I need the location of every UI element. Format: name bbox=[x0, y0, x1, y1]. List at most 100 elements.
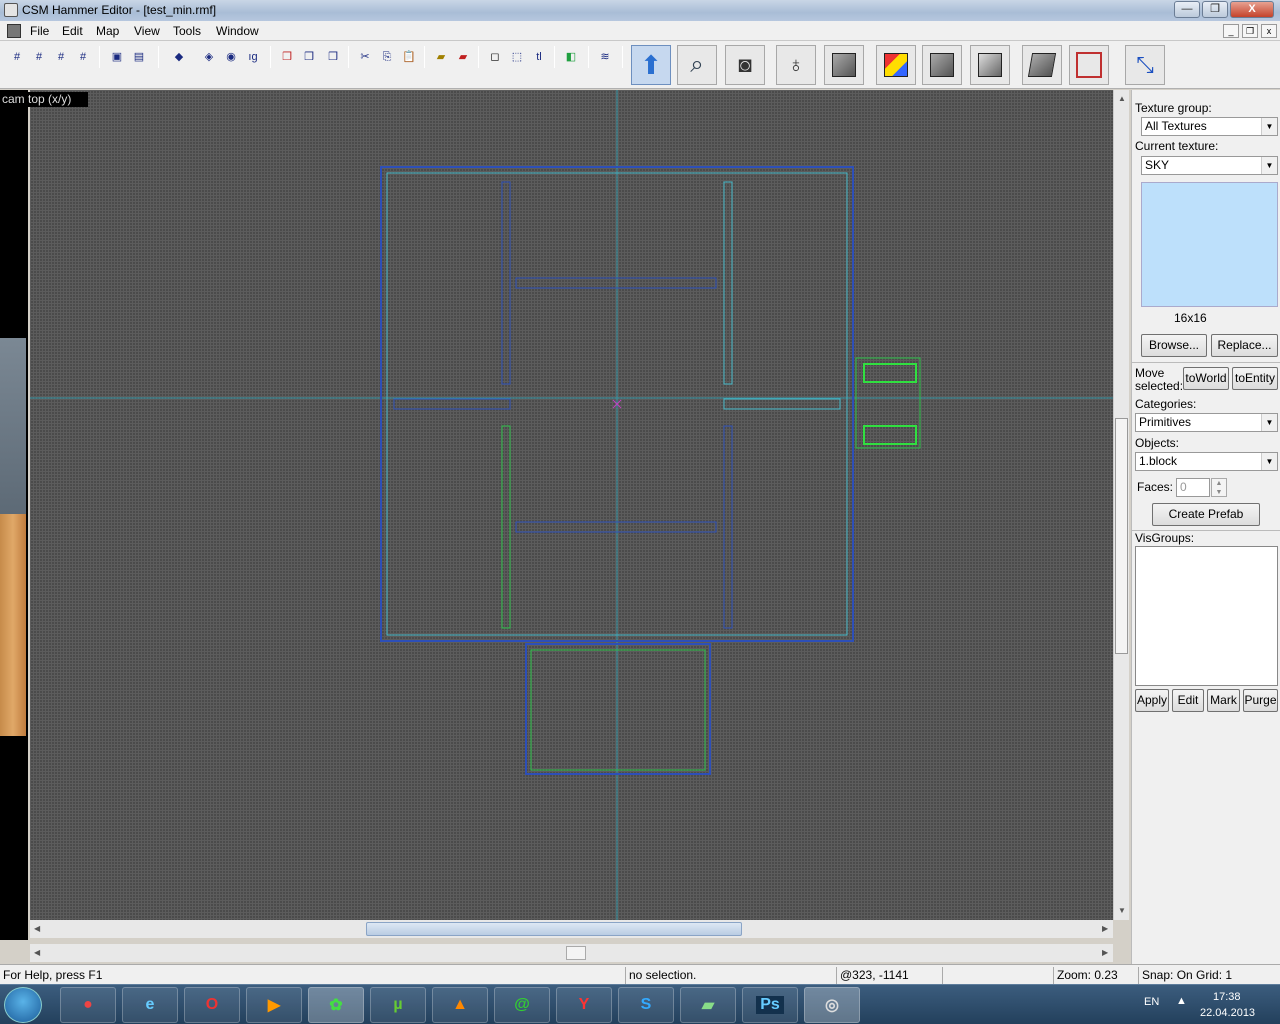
to-entity-button[interactable]: toEntity bbox=[1232, 367, 1278, 390]
browse-button[interactable]: Browse... bbox=[1141, 334, 1207, 357]
horizontal-scrollbar[interactable]: ◀ ▶ bbox=[30, 920, 1113, 938]
mdi-close-button[interactable]: x bbox=[1261, 24, 1277, 38]
objects-select[interactable]: 1.block ▼ bbox=[1135, 452, 1278, 471]
to-world-button[interactable]: toWorld bbox=[1183, 367, 1229, 390]
media-player-icon[interactable]: ▶ bbox=[246, 987, 302, 1023]
run-icon[interactable]: ≋ bbox=[596, 48, 614, 66]
top-view-2d[interactable] bbox=[30, 90, 1113, 920]
skype-icon[interactable]: S bbox=[618, 987, 674, 1023]
magnify-tool-icon[interactable]: ⌕ bbox=[677, 45, 717, 85]
clip-tool-icon[interactable] bbox=[1022, 45, 1062, 85]
ie-icon[interactable]: e bbox=[122, 987, 178, 1023]
photoshop-icon[interactable]: Ps bbox=[742, 987, 798, 1023]
carve-icon[interactable]: ◆ bbox=[170, 48, 188, 66]
grid-3d-icon[interactable]: # bbox=[30, 48, 48, 66]
camera-viewport[interactable] bbox=[0, 90, 28, 940]
maximize-button[interactable]: ❐ bbox=[1202, 1, 1228, 18]
camera-horizontal-scrollbar[interactable]: ◀ ▶ bbox=[30, 944, 1113, 962]
menu-map[interactable]: Map bbox=[96, 24, 119, 38]
categories-select[interactable]: Primitives ▼ bbox=[1135, 413, 1278, 432]
menu-window[interactable]: Window bbox=[216, 24, 259, 38]
texture-group-select[interactable]: All Textures ▼ bbox=[1141, 117, 1278, 136]
icq-icon[interactable]: ✿ bbox=[308, 987, 364, 1023]
hammer-icon[interactable]: ◎ bbox=[804, 987, 860, 1023]
clock-time[interactable]: 17:38 bbox=[1213, 991, 1241, 1003]
grid-larger-icon[interactable]: # bbox=[74, 48, 92, 66]
cut-icon[interactable]: ❒ bbox=[278, 48, 296, 66]
menu-view[interactable]: View bbox=[134, 24, 160, 38]
scroll-right-icon[interactable]: ▶ bbox=[1102, 948, 1108, 957]
document-system-icon[interactable] bbox=[7, 24, 21, 38]
hide-icon[interactable]: ◉ bbox=[222, 48, 240, 66]
vertex-tool-icon[interactable] bbox=[1069, 45, 1109, 85]
texture-app-tool-icon[interactable] bbox=[876, 45, 916, 85]
path-tool-icon[interactable]: ⤡ bbox=[1125, 45, 1165, 85]
paste-icon[interactable]: ❒ bbox=[324, 48, 342, 66]
ungroup-icon[interactable]: ▤ bbox=[130, 48, 148, 66]
show-icon[interactable]: ıg bbox=[244, 48, 262, 66]
current-texture-select[interactable]: SKY ▼ bbox=[1141, 156, 1278, 175]
minimize-button[interactable]: — bbox=[1174, 1, 1200, 18]
chevron-down-icon[interactable]: ▼ bbox=[1261, 453, 1277, 470]
grid-smaller-icon[interactable]: # bbox=[52, 48, 70, 66]
replace-button[interactable]: Replace... bbox=[1211, 334, 1278, 357]
mdi-minimize-button[interactable]: _ bbox=[1223, 24, 1239, 38]
grid-icon[interactable]: # bbox=[8, 48, 26, 66]
chevron-down-icon[interactable]: ▼ bbox=[1261, 157, 1277, 174]
paste-doc-icon[interactable]: 📋 bbox=[400, 48, 418, 66]
lower-room-brush[interactable] bbox=[525, 643, 711, 775]
tray-expand-icon[interactable]: ▲ bbox=[1176, 995, 1187, 1007]
start-button[interactable] bbox=[4, 987, 42, 1023]
menu-tools[interactable]: Tools bbox=[173, 24, 201, 38]
yandex-icon[interactable]: Y bbox=[556, 987, 612, 1023]
select-icon[interactable]: ◻ bbox=[486, 48, 504, 66]
menu-edit[interactable]: Edit bbox=[62, 24, 83, 38]
editor-icon[interactable]: ▰ bbox=[680, 987, 736, 1023]
flip-icon[interactable]: ◧ bbox=[562, 48, 580, 66]
chevron-down-icon[interactable]: ▼ bbox=[1261, 118, 1277, 135]
copy-icon[interactable]: ❒ bbox=[300, 48, 318, 66]
camera-scroll-thumb[interactable] bbox=[566, 946, 586, 960]
scroll-left-icon[interactable]: ◀ bbox=[34, 948, 40, 957]
create-prefab-button[interactable]: Create Prefab bbox=[1152, 503, 1260, 526]
vlc-icon[interactable]: ▲ bbox=[432, 987, 488, 1023]
close-button[interactable]: X bbox=[1230, 1, 1274, 18]
entity-tool-icon[interactable]: ♁ bbox=[776, 45, 816, 85]
chevron-down-icon[interactable]: ▼ bbox=[1261, 414, 1277, 431]
viewport-label[interactable]: cam top (x/y) bbox=[0, 92, 88, 107]
selection-tool-icon[interactable]: ⬆ bbox=[631, 45, 671, 85]
hollow-icon[interactable]: ◈ bbox=[200, 48, 218, 66]
block-tool-icon[interactable] bbox=[824, 45, 864, 85]
scissors-icon[interactable]: ✂ bbox=[356, 48, 374, 66]
mark-button[interactable]: Mark bbox=[1207, 689, 1240, 712]
language-indicator[interactable]: EN bbox=[1144, 996, 1159, 1008]
chrome-icon[interactable]: ● bbox=[60, 987, 116, 1023]
copy-doc-icon[interactable]: ⎘ bbox=[378, 48, 396, 66]
vertical-scrollbar[interactable]: ▲ ▼ bbox=[1113, 90, 1129, 920]
edit-button[interactable]: Edit bbox=[1172, 689, 1204, 712]
decal-tool-icon[interactable] bbox=[970, 45, 1010, 85]
utorrent-icon[interactable]: µ bbox=[370, 987, 426, 1023]
mdi-restore-button[interactable]: ❐ bbox=[1242, 24, 1258, 38]
apply-button[interactable]: Apply bbox=[1135, 689, 1169, 712]
camera-tool-icon[interactable]: ◙ bbox=[725, 45, 765, 85]
scroll-left-icon[interactable]: ◀ bbox=[34, 924, 40, 933]
scroll-down-icon[interactable]: ▼ bbox=[1118, 906, 1126, 915]
visgroups-list[interactable] bbox=[1135, 546, 1278, 686]
scroll-up-icon[interactable]: ▲ bbox=[1118, 94, 1126, 103]
opera-icon[interactable]: O bbox=[184, 987, 240, 1023]
entity-brush[interactable] bbox=[855, 357, 921, 449]
vertical-scroll-thumb[interactable] bbox=[1115, 418, 1128, 654]
text-icon[interactable]: tl bbox=[530, 48, 548, 66]
scroll-right-icon[interactable]: ▶ bbox=[1102, 924, 1108, 933]
texture-lock-icon[interactable]: ▰ bbox=[432, 48, 450, 66]
apply-texture-tool-icon[interactable] bbox=[922, 45, 962, 85]
clock-date[interactable]: 22.04.2013 bbox=[1200, 1007, 1255, 1019]
menu-file[interactable]: File bbox=[30, 24, 49, 38]
faces-spinner[interactable]: ▲ ▼ bbox=[1211, 478, 1227, 497]
horizontal-scroll-thumb[interactable] bbox=[366, 922, 742, 936]
mail-agent-icon[interactable]: @ bbox=[494, 987, 550, 1023]
purge-button[interactable]: Purge bbox=[1243, 689, 1278, 712]
texture-app-icon[interactable]: ▰ bbox=[454, 48, 472, 66]
group-icon[interactable]: ▣ bbox=[108, 48, 126, 66]
